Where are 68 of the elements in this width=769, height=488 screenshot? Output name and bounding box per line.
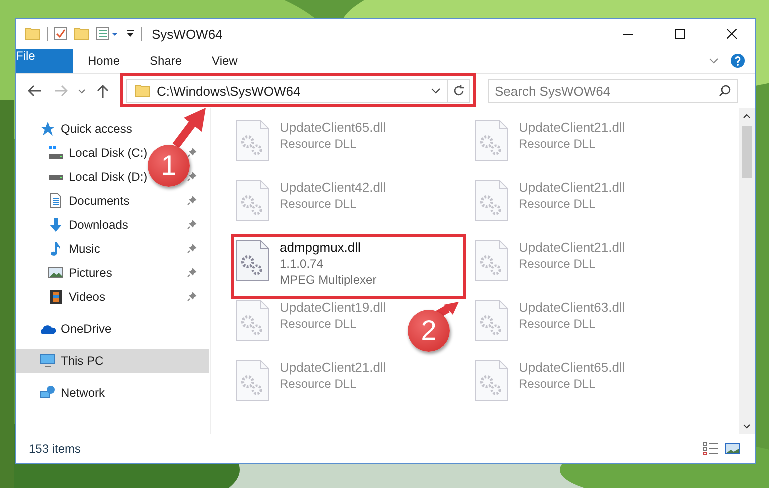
ribbon-tab[interactable]: Home: [73, 49, 136, 73]
details-view-icon[interactable]: [703, 442, 719, 456]
search-icon: [719, 85, 731, 97]
expand-ribbon-icon[interactable]: [709, 58, 719, 64]
file-item[interactable]: admpgmux.dll 1.1.0.74 MPEG Multiplexer: [236, 238, 461, 294]
pin-icon[interactable]: [187, 172, 197, 182]
drive-icon: [48, 174, 64, 180]
scrollbar-thumb[interactable]: [742, 126, 752, 178]
gear-file-icon: [236, 240, 270, 282]
up-arrow-icon: [97, 84, 109, 98]
pin-icon[interactable]: [187, 196, 197, 206]
sidebar-item[interactable]: OneDrive: [16, 317, 209, 341]
pin-icon[interactable]: [187, 244, 197, 254]
sidebar-item[interactable]: Quick access: [16, 117, 209, 141]
chevron-down-icon: [743, 424, 751, 428]
pin-icon[interactable]: [187, 148, 197, 158]
gear-file-icon: [236, 120, 270, 162]
maximize-icon: [675, 29, 685, 39]
dropdown-icon[interactable]: [431, 88, 441, 94]
sidebar-item[interactable]: Documents: [16, 189, 209, 213]
large-icons-view-icon[interactable]: [725, 442, 741, 456]
search-field[interactable]: Search SysWOW64: [488, 79, 738, 103]
pin-icon[interactable]: [187, 268, 197, 278]
sidebar-item[interactable]: Videos: [16, 285, 209, 309]
sidebar-item[interactable]: Pictures: [16, 261, 209, 285]
film-icon: [48, 289, 64, 305]
arrow: [172, 108, 206, 148]
dropdown-icon[interactable]: [126, 29, 135, 39]
gear-file-icon: [475, 120, 509, 162]
customize-toolbar-icon[interactable]: [96, 27, 120, 41]
folder-icon: [135, 84, 151, 98]
properties-icon[interactable]: [54, 27, 68, 41]
star-icon: [40, 121, 56, 137]
picture-icon: [48, 265, 64, 281]
ribbon-tab[interactable]: Share: [135, 49, 198, 73]
pin-icon[interactable]: [187, 220, 197, 230]
chevron-up-icon: [743, 114, 751, 118]
address-path: C:\Windows\SysWOW64: [157, 84, 302, 98]
document-icon: [48, 193, 64, 209]
gear-file-icon: [475, 300, 509, 342]
gear-file-icon: [236, 300, 270, 342]
window-title: SysWOW64: [152, 26, 224, 42]
computer-icon: [40, 353, 56, 369]
ribbon-tab[interactable]: File: [16, 49, 73, 73]
back-arrow-icon: [28, 85, 42, 97]
help-icon[interactable]: [731, 54, 745, 68]
new-folder-icon: [74, 27, 90, 41]
gear-file-icon: [475, 360, 509, 402]
download-icon: [48, 217, 64, 233]
sidebar-item[interactable]: Network: [16, 381, 209, 405]
refresh-icon: [452, 85, 464, 97]
network-icon: [40, 385, 56, 401]
chevron-icon: [78, 88, 86, 94]
sidebar-item[interactable]: Downloads: [16, 213, 209, 237]
close-icon: [727, 29, 737, 39]
gear-file-icon: [236, 180, 270, 222]
gear-file-icon: [475, 180, 509, 222]
item-count: 153 items: [29, 442, 82, 456]
pin-icon[interactable]: [187, 292, 197, 302]
folder-icon: [25, 27, 41, 41]
ribbon-tab[interactable]: View: [197, 49, 253, 73]
sidebar-item[interactable]: This PC: [16, 349, 209, 373]
gear-file-icon: [236, 360, 270, 402]
address-bar[interactable]: C:\Windows\SysWOW64: [126, 79, 470, 103]
drive-icon: [48, 145, 64, 161]
gear-file-icon: [475, 240, 509, 282]
sidebar-item[interactable]: Music: [16, 237, 209, 261]
forward-arrow-icon: [54, 85, 68, 97]
